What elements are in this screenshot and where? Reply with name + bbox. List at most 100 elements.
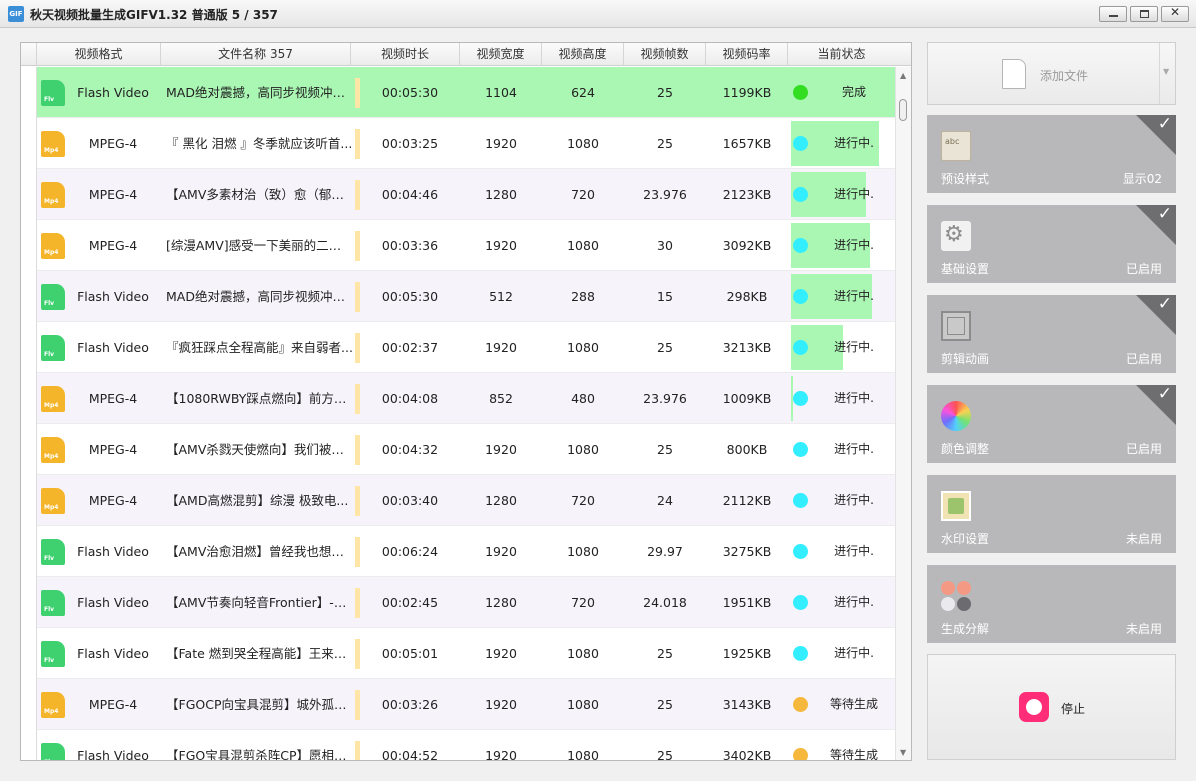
column-header-duration[interactable]: 视频时长 [351,43,460,66]
table-row[interactable]: Mp4 MPEG-4 【FGOCP向宝具混剪】城外孤身... 00:03:26 1920… [21,679,895,730]
status-text: 等待生成 [829,697,878,711]
column-header-format[interactable]: 视频格式 [37,43,161,66]
maximize-button[interactable] [1130,6,1158,22]
table-row[interactable]: Mp4 MPEG-4 【AMD高燃混剪】综漫 极致电... 00:03:40 1280 7… [21,475,895,526]
fps-cell: 29.97 [647,544,683,559]
table-row[interactable]: Flv Flash Video 『疯狂踩点全程高能』来自弱者... 00:02:37 1… [21,322,895,373]
row-gutter[interactable] [21,475,37,526]
status-cell: 进行中. [791,121,895,166]
image-icon [941,491,971,521]
settings-card-4[interactable]: 颜色调整 已启用 ✓ [927,384,1176,463]
table-row[interactable]: Mp4 MPEG-4 【1080RWBY踩点燃向】前方高... 00:04:08 852… [21,373,895,424]
table-row[interactable]: Mp4 MPEG-4 『 黑化 泪燃 』冬季就应该听首... 00:03:25 1920… [21,118,895,169]
filename-cell: 【AMD高燃混剪】综漫 极致电... [166,493,349,508]
mp4-file-icon: Mp4 [41,437,65,463]
row-gutter[interactable] [21,118,37,169]
bitrate-cell: 1009KB [722,391,772,406]
bitrate-cell: 2123KB [722,187,772,202]
status-cell: 进行中. [791,478,895,523]
row-gutter[interactable] [21,730,37,760]
column-header-status[interactable]: 当前状态 [788,43,895,66]
status-cell: 等待生成 [791,733,895,760]
settings-card-1[interactable]: abc 预设样式 显示02 ✓ [927,114,1176,193]
row-gutter[interactable] [21,322,37,373]
status-dot-icon [793,340,808,355]
row-gutter[interactable] [21,169,37,220]
status-cell: 进行中. [791,274,895,319]
flv-file-icon: Flv [41,335,65,361]
table-row[interactable]: Flv Flash Video MAD绝对震撼，高同步视频冲击... 00:05:30… [21,67,895,118]
fps-cell: 23.976 [643,187,687,202]
bitrate-cell: 1657KB [722,136,772,151]
side-panel: 添加文件 ▼ abc 预设样式 显示02 ✓ ⚙ 基础设置 已启用 ✓ 剪辑动画 已启用 ✓ 颜色调整… [927,42,1176,761]
duration-cell: 00:05:01 [381,646,439,661]
row-gutter[interactable] [21,271,37,322]
row-gutter[interactable] [21,67,37,118]
scroll-thumb[interactable] [899,99,907,121]
table-row[interactable]: Flv Flash Video 【AMV节奏向轻音Frontier】-一... 00:… [21,577,895,628]
duration-cell: 00:03:25 [381,136,439,151]
row-gutter[interactable] [21,526,37,577]
settings-card-2[interactable]: ⚙ 基础设置 已启用 ✓ [927,204,1176,283]
check-icon: ✓ [1157,114,1172,134]
table-row[interactable]: Flv Flash Video 【AMV治愈泪燃】曾经我也想过... 00:06:24… [21,526,895,577]
column-header-width[interactable]: 视频宽度 [460,43,542,66]
filename-cell: 【AMV节奏向轻音Frontier】-一... [166,595,353,610]
mp4-file-icon: Mp4 [41,386,65,412]
column-header-height[interactable]: 视频高度 [542,43,624,66]
filename-cell: MAD绝对震撼，高同步视频冲击... [166,85,353,100]
table-row[interactable]: Mp4 MPEG-4 [综漫AMV]感受一下美丽的二次... 00:03:36 1920… [21,220,895,271]
card-status: 显示02 [1122,172,1162,186]
column-resize-marker [355,180,360,210]
height-cell: 1080 [567,238,599,253]
stop-button[interactable]: 停止 [927,654,1176,760]
add-file-divider [1159,43,1160,104]
table-row[interactable]: Flv Flash Video 【Fate 燃到哭全程高能】王来承... 00:05:… [21,628,895,679]
column-header-bitrate[interactable]: 视频码率 [706,43,788,66]
table-row[interactable]: Flv Flash Video 【FGO宝具混剪杀阵CP】愿相遇... 00:04:5… [21,730,895,760]
width-cell: 1280 [485,493,517,508]
minimize-icon [1109,15,1118,17]
settings-card-5[interactable]: 水印设置 未启用 [927,475,1176,553]
card-label: 生成分解 [941,622,990,636]
column-resize-marker [355,588,360,618]
minimize-button[interactable] [1099,6,1127,22]
column-resize-marker [355,129,360,159]
bitrate-cell: 3213KB [722,340,772,355]
dropdown-arrow-icon[interactable]: ▼ [1163,67,1169,76]
settings-card-6[interactable]: 生成分解 未启用 [927,565,1176,643]
status-dot-icon [793,697,808,712]
fps-cell: 25 [657,697,673,712]
scroll-down-arrow-icon[interactable]: ▼ [900,748,906,757]
bitrate-cell: 3143KB [722,697,772,712]
column-header-name[interactable]: 文件名称 357 [161,43,351,66]
table-row[interactable]: Mp4 MPEG-4 【AMV杀戮天使燃向】我们被生... 00:04:32 1920 1… [21,424,895,475]
settings-card-3[interactable]: 剪辑动画 已启用 ✓ [927,294,1176,373]
flv-file-icon: Flv [41,539,65,565]
column-header-fps[interactable]: 视频帧数 [624,43,706,66]
row-gutter[interactable] [21,679,37,730]
vertical-scrollbar[interactable]: ▲ ▼ [895,67,911,760]
row-gutter[interactable] [21,577,37,628]
check-icon: ✓ [1157,384,1172,404]
scroll-up-arrow-icon[interactable]: ▲ [900,71,906,80]
row-gutter[interactable] [21,220,37,271]
table-row[interactable]: Mp4 MPEG-4 【AMV多素材治（致）愈（郁）... 00:04:46 1280 7… [21,169,895,220]
add-file-button[interactable]: 添加文件 ▼ [927,42,1176,105]
card-label: 水印设置 [941,532,990,546]
bitrate-cell: 1199KB [722,85,772,100]
card-label: 基础设置 [941,262,990,276]
row-gutter[interactable] [21,628,37,679]
row-gutter[interactable] [21,424,37,475]
format-cell: MPEG-4 [88,442,138,457]
bitrate-cell: 2112KB [722,493,772,508]
gear-icon: ⚙ [941,221,971,251]
row-gutter[interactable] [21,373,37,424]
table-row[interactable]: Flv Flash Video MAD绝对震撼，高同步视频冲击... 00:05:30… [21,271,895,322]
close-button[interactable]: ✕ [1161,5,1189,22]
fps-cell: 25 [657,85,673,100]
mp4-file-icon: Mp4 [41,692,65,718]
column-resize-marker [355,333,360,363]
status-dot-icon [793,646,808,661]
bitrate-cell: 800KB [726,442,768,457]
